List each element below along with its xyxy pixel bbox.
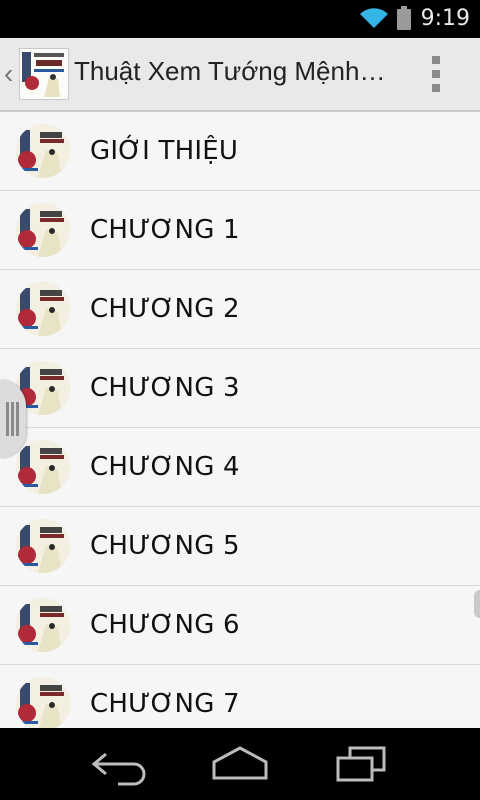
book-cover-icon [20, 49, 68, 99]
battery-icon [397, 6, 411, 30]
list-item-label: CHƯƠNG 6 [90, 610, 240, 640]
list-item[interactable]: GIỚI THIỆU [0, 112, 480, 191]
action-bar: ‹ Thuật Xem Tướng Mệnh… [0, 38, 480, 112]
list-item-label: CHƯƠNG 4 [90, 452, 240, 482]
list-item-label: CHƯƠNG 7 [90, 689, 240, 719]
list-item[interactable]: CHƯƠNG 1 [0, 191, 480, 270]
up-caret-icon[interactable]: ‹ [4, 56, 16, 92]
list-item-label: CHƯƠNG 1 [90, 215, 240, 245]
app-title: Thuật Xem Tướng Mệnh… [74, 56, 386, 86]
list-item[interactable]: CHƯƠNG 7 [0, 665, 480, 728]
overflow-menu-icon[interactable] [424, 54, 448, 94]
list-item-label: CHƯƠNG 5 [90, 531, 240, 561]
home-icon[interactable] [204, 740, 276, 788]
status-bar: 9:19 [0, 0, 480, 38]
chapter-list: GIỚI THIỆU CHƯƠNG 1 CHƯƠNG 2 CHƯƠNG 3 CH… [0, 112, 480, 728]
book-cover-thumbnail-icon [16, 598, 70, 652]
book-cover-thumbnail-icon [16, 282, 70, 336]
chapter-thumbnail [16, 598, 70, 652]
chapter-thumbnail [16, 124, 70, 178]
navigation-bar [0, 728, 480, 800]
book-cover-thumbnail-icon [16, 124, 70, 178]
chapter-thumbnail [16, 282, 70, 336]
recent-apps-icon[interactable] [326, 740, 398, 788]
back-icon[interactable] [84, 740, 156, 788]
book-cover-thumbnail-icon [16, 677, 70, 728]
book-cover-thumbnail-icon [16, 440, 70, 494]
chapter-thumbnail [16, 519, 70, 573]
book-cover-thumbnail-icon [16, 203, 70, 257]
clock: 9:19 [420, 6, 470, 31]
chapter-thumbnail [16, 203, 70, 257]
list-item[interactable]: CHƯƠNG 5 [0, 507, 480, 586]
list-item[interactable]: CHƯƠNG 3 [0, 349, 480, 428]
list-item[interactable]: CHƯƠNG 2 [0, 270, 480, 349]
chapter-thumbnail [16, 677, 70, 728]
list-item-label: GIỚI THIỆU [90, 136, 239, 166]
list-item[interactable]: CHƯƠNG 4 [0, 428, 480, 507]
wifi-icon [360, 8, 388, 28]
list-item[interactable]: CHƯƠNG 6 [0, 586, 480, 665]
app-logo[interactable] [19, 48, 69, 100]
book-cover-thumbnail-icon [16, 519, 70, 573]
chapter-thumbnail [16, 440, 70, 494]
list-item-label: CHƯƠNG 2 [90, 294, 240, 324]
list-item-label: CHƯƠNG 3 [90, 373, 240, 403]
right-edge-tab[interactable] [474, 590, 480, 618]
